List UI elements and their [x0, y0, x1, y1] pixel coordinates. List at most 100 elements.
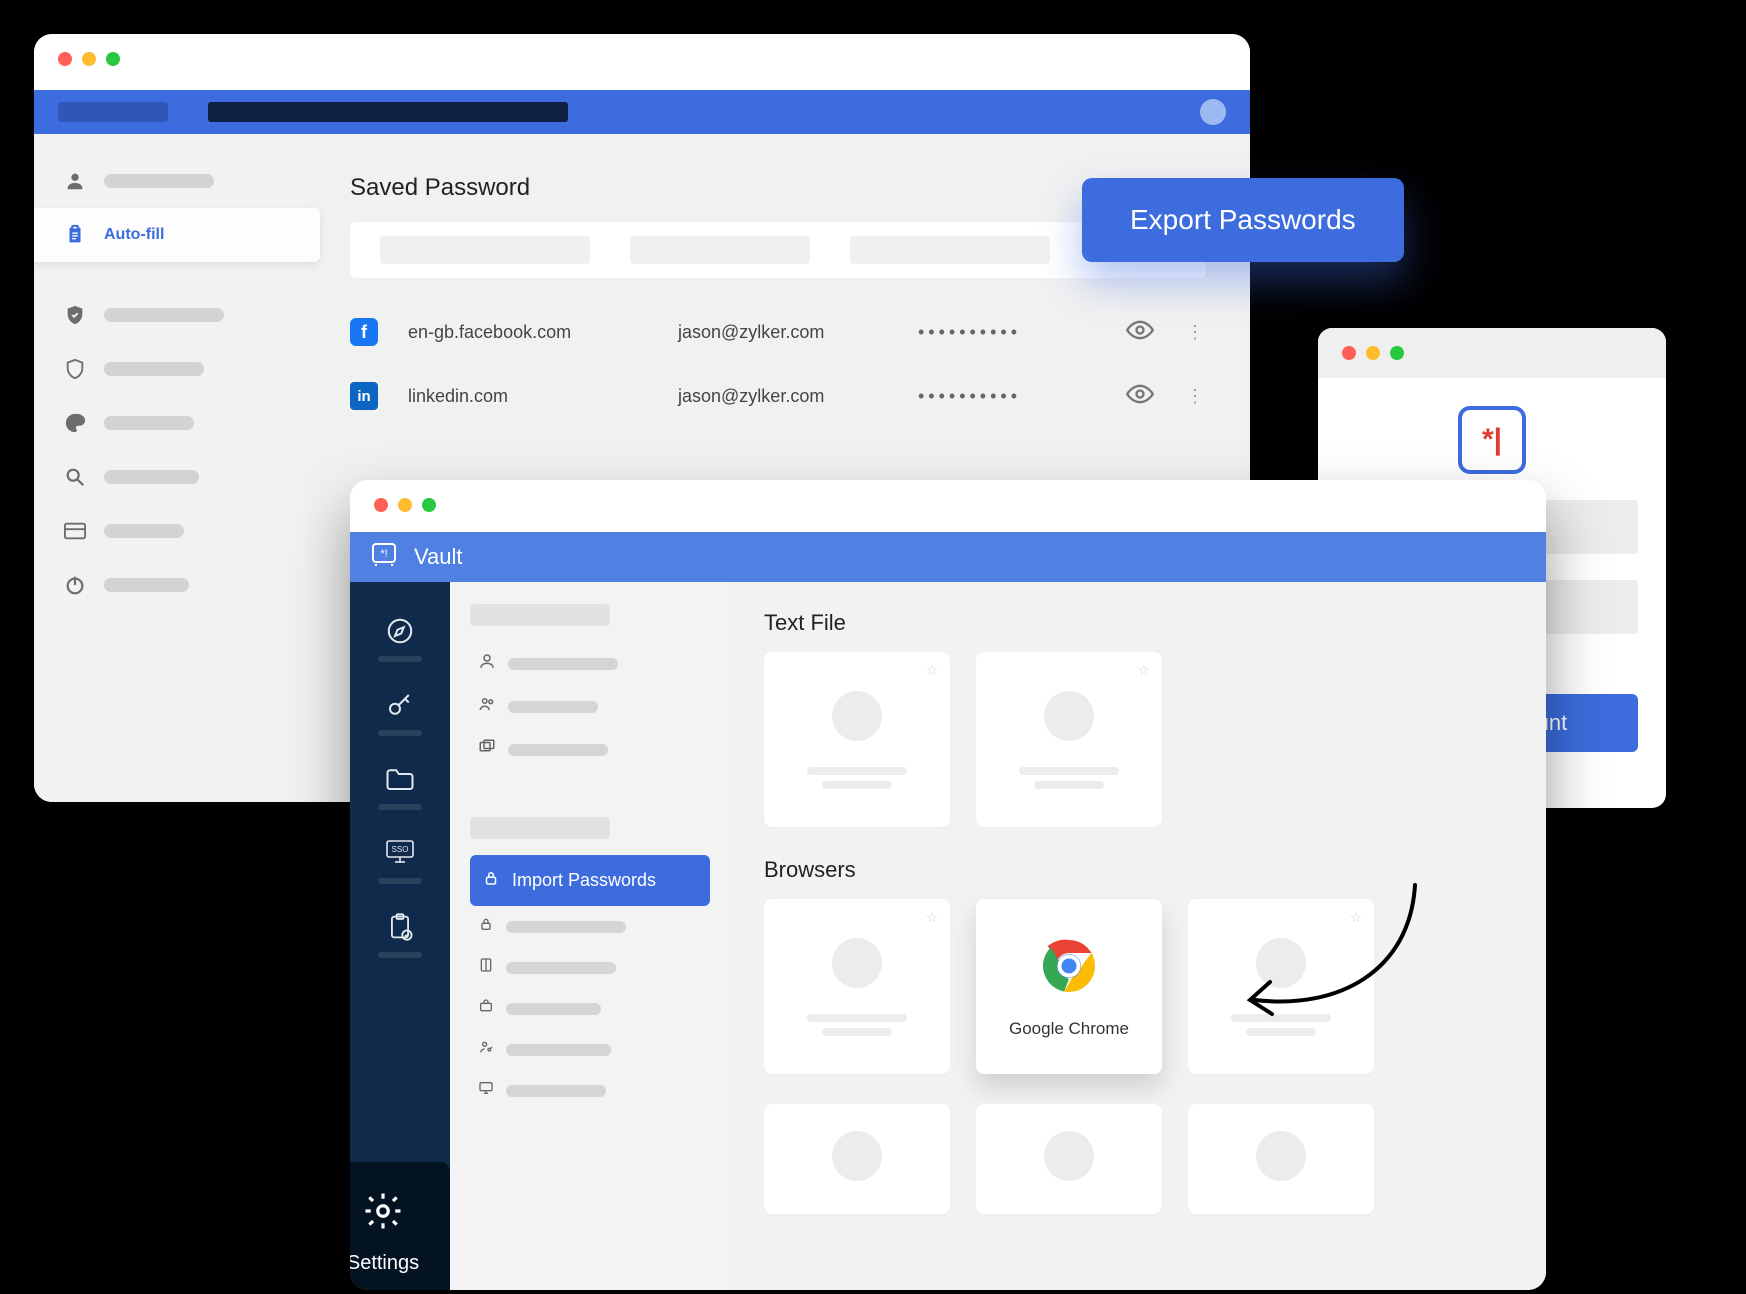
sso-icon: SSO — [383, 838, 417, 868]
reveal-password-icon[interactable] — [1126, 384, 1156, 409]
rail-item-dashboard[interactable] — [350, 602, 450, 676]
subnav-item[interactable] — [470, 988, 710, 1029]
settings-label: Settings — [350, 1252, 419, 1275]
sidebar-item-search[interactable] — [34, 450, 306, 504]
placeholder-text — [470, 817, 610, 839]
import-card[interactable] — [764, 1104, 950, 1214]
lock-icon — [482, 869, 500, 892]
sidebar-item-you[interactable] — [34, 154, 306, 208]
more-icon[interactable]: ⋮ — [1186, 322, 1206, 343]
sheet-icon — [478, 957, 494, 978]
close-icon[interactable] — [374, 498, 388, 512]
rail-item-settings[interactable]: Settings — [350, 1162, 450, 1290]
chrome-icon — [1037, 934, 1101, 1003]
sidebar-item-startup[interactable] — [34, 558, 306, 612]
sidebar-item-autofill[interactable]: Auto-fill — [34, 208, 320, 262]
subnav-item[interactable] — [470, 685, 710, 728]
clipboard-icon — [62, 223, 88, 247]
clipboard-check-icon — [383, 912, 417, 942]
users-icon — [478, 695, 496, 718]
vault-header: *! Vault — [350, 532, 1546, 582]
placeholder-text — [104, 174, 214, 188]
placeholder-text — [104, 362, 204, 376]
password-cell: •••••••••• — [918, 386, 1096, 407]
vault-nav-rail: SSO Settings — [350, 582, 450, 1290]
section-title: Saved Password — [350, 174, 1206, 202]
close-icon[interactable] — [1342, 346, 1356, 360]
toolbar — [34, 90, 1250, 134]
gear-icon — [362, 1190, 404, 1238]
subnav-item[interactable] — [470, 1029, 710, 1070]
svg-text:*!: *! — [380, 548, 387, 560]
person-icon — [62, 170, 88, 192]
subnav-item[interactable] — [470, 728, 710, 771]
titlebar — [1318, 328, 1666, 378]
import-card[interactable] — [1188, 1104, 1374, 1214]
password-row[interactable]: in linkedin.com jason@zylker.com •••••••… — [350, 364, 1206, 428]
import-card[interactable]: ☆ — [976, 652, 1162, 827]
app-title: Vault — [414, 544, 463, 570]
placeholder-text — [104, 578, 189, 592]
favorite-icon[interactable]: ☆ — [925, 909, 938, 926]
vault-subnav: Import Passwords — [450, 582, 730, 1290]
site-cell: en-gb.facebook.com — [408, 322, 648, 343]
rail-item-audit[interactable] — [350, 898, 450, 972]
subnav-item-import[interactable]: Import Passwords — [470, 855, 710, 906]
import-card[interactable]: ☆ — [764, 652, 950, 827]
key-icon — [383, 690, 417, 720]
placeholder-text — [470, 604, 610, 626]
favorite-icon[interactable]: ☆ — [925, 662, 938, 679]
vault-logo-icon: *| — [1458, 406, 1526, 474]
sidebar-item-label: Auto-fill — [104, 226, 164, 244]
maximize-icon[interactable] — [422, 498, 436, 512]
user-cell: jason@zylker.com — [678, 386, 888, 407]
settings-sidebar: Auto-fill — [34, 134, 306, 802]
import-card-chrome[interactable]: Google Chrome — [976, 899, 1162, 1074]
password-row[interactable]: f en-gb.facebook.com jason@zylker.com ••… — [350, 300, 1206, 364]
subnav-label: Import Passwords — [512, 870, 656, 891]
sidebar-item-privacy[interactable] — [34, 288, 306, 342]
maximize-icon[interactable] — [106, 52, 120, 66]
user-key-icon — [478, 1039, 494, 1060]
sidebar-item-default[interactable] — [34, 504, 306, 558]
monitor-icon — [478, 1080, 494, 1101]
vault-safe-icon: *! — [370, 541, 398, 573]
minimize-icon[interactable] — [398, 498, 412, 512]
placeholder-text — [104, 470, 199, 484]
address-bar[interactable] — [208, 102, 568, 122]
lock-outline-icon — [478, 916, 494, 937]
minimize-icon[interactable] — [82, 52, 96, 66]
titlebar — [350, 480, 1546, 532]
export-passwords-button[interactable]: Export Passwords — [1082, 178, 1404, 262]
maximize-icon[interactable] — [1390, 346, 1404, 360]
arrow-curved-icon — [1230, 880, 1430, 1040]
table-header — [350, 222, 1206, 278]
power-icon — [62, 574, 88, 596]
close-icon[interactable] — [58, 52, 72, 66]
sidebar-item-security[interactable] — [34, 342, 306, 396]
minimize-icon[interactable] — [1366, 346, 1380, 360]
subnav-item[interactable] — [470, 1070, 710, 1111]
favorite-icon[interactable]: ☆ — [1137, 662, 1150, 679]
sidebar-item-appearance[interactable] — [34, 396, 306, 450]
subnav-item[interactable] — [470, 906, 710, 947]
reveal-password-icon[interactable] — [1126, 320, 1156, 345]
import-card[interactable] — [976, 1104, 1162, 1214]
subnav-item[interactable] — [470, 642, 710, 685]
avatar[interactable] — [1200, 99, 1226, 125]
import-card[interactable]: ☆ — [764, 899, 950, 1074]
card-label: Google Chrome — [1009, 1019, 1129, 1039]
window-icon — [62, 522, 88, 540]
titlebar — [34, 34, 1250, 90]
rail-item-sso[interactable]: SSO — [350, 824, 450, 898]
linkedin-icon: in — [350, 382, 378, 410]
rail-item-folders[interactable] — [350, 750, 450, 824]
placeholder-text — [104, 308, 224, 322]
palette-icon — [62, 412, 88, 434]
password-cell: •••••••••• — [918, 322, 1096, 343]
rail-item-passwords[interactable] — [350, 676, 450, 750]
subnav-item[interactable] — [470, 947, 710, 988]
facebook-icon: f — [350, 318, 378, 346]
placeholder-text — [104, 524, 184, 538]
more-icon[interactable]: ⋮ — [1186, 386, 1206, 407]
